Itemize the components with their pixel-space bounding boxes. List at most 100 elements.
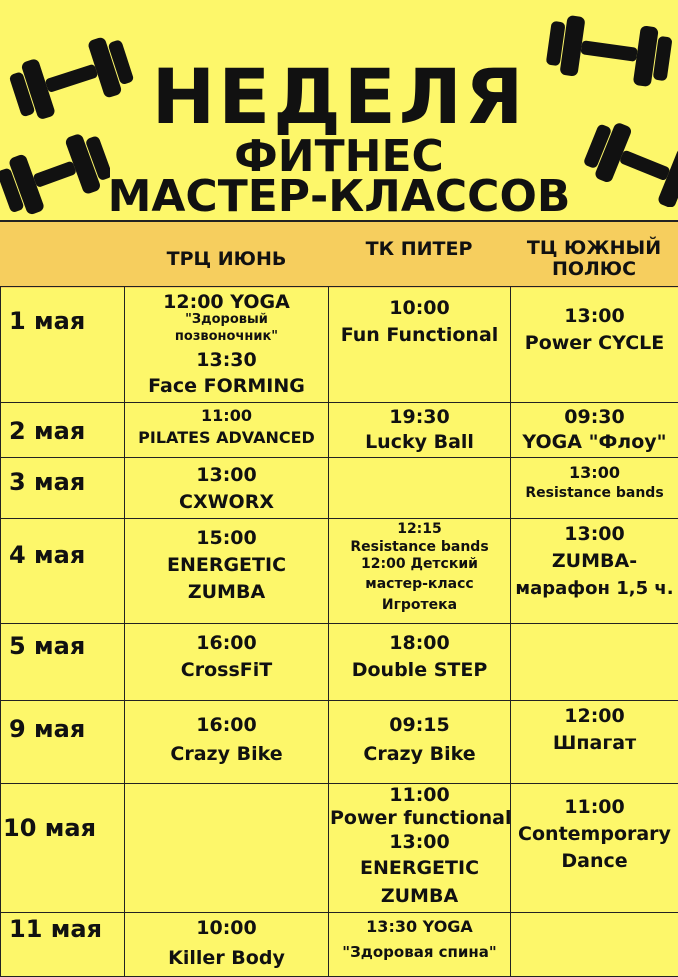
date-cell: 4 мая — [1, 519, 125, 624]
class-text: 11:00 — [126, 405, 327, 427]
schedule-cell: 09:15 Crazy Bike — [329, 701, 511, 784]
class-text: 12:15 — [330, 519, 509, 539]
class-text: "Здоровая спина" — [330, 939, 509, 965]
class-text: PILATES ADVANCED — [126, 427, 327, 449]
class-text: ZUMBA — [330, 882, 509, 910]
class-text: 12:00 — [512, 703, 677, 730]
class-text: 13:00 — [512, 462, 677, 484]
schedule-cell: 18:00 Double STEP — [329, 624, 511, 701]
class-text: 13:30 — [126, 348, 327, 372]
class-text: 13:00 — [330, 830, 509, 854]
schedule-cell: 12:15 Resistance bands 12:00 Детский мас… — [329, 519, 511, 624]
table-row: 9 мая 16:00 Crazy Bike 09:15 Crazy Bike … — [1, 701, 678, 784]
class-text: Fun Functional — [330, 322, 509, 349]
table-row: 10 мая 11:00 Power functional 13:00 ENER… — [1, 784, 678, 913]
date-cell: 9 мая — [1, 701, 125, 784]
class-text: Killer Body — [126, 942, 327, 974]
class-text: "Здоровый — [126, 313, 327, 326]
schedule-cell — [125, 784, 329, 913]
class-text: 16:00 — [126, 630, 327, 657]
class-text: 13:00 — [512, 303, 677, 330]
schedule-cell: 10:00 Killer Body — [125, 913, 329, 977]
table-row: 3 мая 13:00 CXWORX 13:00 Resistance band… — [1, 458, 678, 519]
date-cell: 2 мая — [1, 403, 125, 458]
date-cell: 5 мая — [1, 624, 125, 701]
schedule-cell: 12:00 Шпагат — [511, 701, 678, 784]
schedule-cell: 13:00 Resistance bands — [511, 458, 678, 519]
header-col-1: ТРЦ ИЮНЬ — [125, 226, 328, 292]
schedule-cell: 13:30 YOGA "Здоровая спина" — [329, 913, 511, 977]
class-text: Resistance bands — [330, 539, 509, 555]
schedule-cell: 15:00 ENERGETIC ZUMBA — [125, 519, 329, 624]
class-text: марафон 1,5 ч. — [512, 575, 677, 602]
class-text: YOGA "Флоу" — [512, 429, 677, 455]
poster: НЕДЕЛЯ ФИТНЕС МАСТЕР-КЛАССОВ ТРЦ ИЮНЬ ТК… — [0, 0, 678, 960]
table-row: 5 мая 16:00 CrossFiT 18:00 Double STEP — [1, 624, 678, 701]
class-text: CXWORX — [126, 489, 327, 516]
schedule-cell: 11:00 Contemporary Dance — [511, 784, 678, 913]
class-text: 18:00 — [330, 630, 509, 657]
class-text: 09:30 — [512, 405, 677, 429]
schedule-cell: 09:30 YOGA "Флоу" — [511, 403, 678, 458]
schedule-cell: 13:00 Power CYCLE — [511, 287, 678, 403]
header-col-2: ТК ПИТЕР — [328, 216, 510, 282]
class-text: Resistance bands — [512, 484, 677, 502]
header-col-3: ТЦ ЮЖНЫЙ ПОЛЮС — [510, 226, 678, 292]
class-text: 10:00 — [126, 915, 327, 942]
class-text: 16:00 — [126, 711, 327, 739]
schedule-cell: 16:00 Crazy Bike — [125, 701, 329, 784]
class-text: 11:00 — [512, 794, 677, 821]
class-text: 15:00 — [126, 525, 327, 552]
schedule-cell — [511, 913, 678, 977]
class-text: Crazy Bike — [330, 739, 509, 769]
date-cell: 11 мая — [1, 913, 125, 977]
class-text: Power CYCLE — [512, 330, 677, 357]
date-cell: 3 мая — [1, 458, 125, 519]
schedule-cell: 19:30 Lucky Ball — [329, 403, 511, 458]
schedule-cell: 16:00 CrossFiT — [125, 624, 329, 701]
class-text: позвоночник" — [126, 326, 327, 348]
class-text: 12:00 YOGA — [126, 291, 327, 313]
schedule-cell — [511, 624, 678, 701]
class-text: ZUMBA — [126, 579, 327, 606]
class-text: 09:15 — [330, 711, 509, 739]
class-text: Игротека — [330, 595, 509, 615]
class-text: Lucky Ball — [330, 429, 509, 455]
schedule-cell: 13:00 ZUMBA- марафон 1,5 ч. — [511, 519, 678, 624]
schedule-cell: 12:00 YOGA "Здоровый позвоночник" 13:30 … — [125, 287, 329, 403]
class-text: Crazy Bike — [126, 739, 327, 769]
title-line-1: НЕДЕЛЯ — [0, 52, 678, 142]
table-row: 4 мая 15:00 ENERGETIC ZUMBA 12:15 Resist… — [1, 519, 678, 624]
schedule-cell: 13:00 CXWORX — [125, 458, 329, 519]
class-text: Dance — [512, 848, 677, 875]
class-text: Contemporary — [512, 821, 677, 848]
schedule-cell: 11:00 Power functional 13:00 ENERGETIC Z… — [329, 784, 511, 913]
class-text: 12:00 Детский — [330, 555, 509, 573]
class-text: Face FORMING — [126, 372, 327, 400]
title-line-3: МАСТЕР-КЛАССОВ — [0, 172, 678, 222]
class-text: 13:00 — [126, 462, 327, 489]
class-text: ZUMBA- — [512, 548, 677, 575]
table-row: 2 мая 11:00 PILATES ADVANCED 19:30 Lucky… — [1, 403, 678, 458]
class-text: 10:00 — [330, 295, 509, 322]
class-text: CrossFiT — [126, 657, 327, 684]
date-cell: 1 мая — [1, 287, 125, 403]
schedule-table: 1 мая 12:00 YOGA "Здоровый позвоночник" … — [0, 286, 678, 977]
class-text: Power functional — [330, 806, 509, 830]
class-text: Double STEP — [330, 657, 509, 684]
class-text: Шпагат — [512, 730, 677, 757]
class-text: 13:00 — [512, 521, 677, 548]
schedule-cell: 10:00 Fun Functional — [329, 287, 511, 403]
class-text: ENERGETIC — [330, 854, 509, 882]
class-text: мастер-класс — [330, 573, 509, 595]
table-header: ТРЦ ИЮНЬ ТК ПИТЕР ТЦ ЮЖНЫЙ ПОЛЮС — [0, 220, 678, 288]
class-text: 11:00 — [330, 784, 509, 806]
table-row: 1 мая 12:00 YOGA "Здоровый позвоночник" … — [1, 287, 678, 403]
table-row: 11 мая 10:00 Killer Body 13:30 YOGA "Здо… — [1, 913, 678, 977]
class-text: ENERGETIC — [126, 552, 327, 579]
schedule-cell — [329, 458, 511, 519]
class-text: 13:30 YOGA — [330, 915, 509, 939]
schedule-cell: 11:00 PILATES ADVANCED — [125, 403, 329, 458]
class-text: 19:30 — [330, 405, 509, 429]
date-cell: 10 мая — [1, 784, 125, 913]
